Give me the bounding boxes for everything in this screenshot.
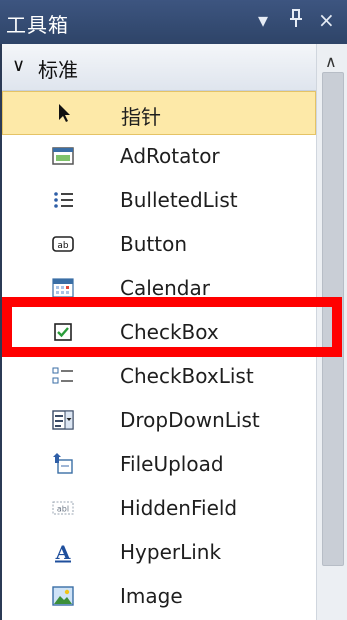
toolbox-item-dropdownlist[interactable]: DropDownList xyxy=(2,399,316,443)
item-label: 指针 xyxy=(121,105,161,129)
image-icon xyxy=(52,586,74,606)
toolbox-item-hiddenfield[interactable]: abl HiddenField xyxy=(2,487,316,531)
toolbox-titlebar: 工具箱 ▾ × xyxy=(0,0,347,44)
toolbox-item-pointer[interactable]: 指针 xyxy=(2,91,316,135)
scroll-up-icon[interactable]: ∧ xyxy=(325,52,337,71)
button-icon: ab xyxy=(52,236,74,252)
toolbox-item-checkboxlist[interactable]: CheckBoxList xyxy=(2,355,316,399)
svg-text:ab: ab xyxy=(57,241,69,251)
pointer-icon xyxy=(59,104,70,122)
item-label: AdRotator xyxy=(120,144,220,168)
dropdown-icon[interactable]: ▾ xyxy=(258,8,268,32)
window-title: 工具箱 xyxy=(6,13,69,37)
toolbox-item-adrotator[interactable]: AdRotator xyxy=(2,135,316,179)
bulleted-list-icon xyxy=(54,192,73,208)
group-header-standard[interactable]: ∨ 标准 xyxy=(2,44,316,91)
item-label: FileUpload xyxy=(120,452,224,476)
svg-text:A: A xyxy=(55,542,71,563)
hyperlink-icon: A xyxy=(55,542,71,563)
item-label: DropDownList xyxy=(120,408,260,432)
checkbox-list-icon xyxy=(52,367,73,384)
dropdown-list-icon xyxy=(52,410,74,430)
pin-icon[interactable] xyxy=(288,8,304,33)
item-label: CheckBoxList xyxy=(120,364,254,388)
item-label: Button xyxy=(120,232,187,256)
svg-text:abl: abl xyxy=(57,505,69,514)
item-label: HiddenField xyxy=(120,496,238,520)
toolbox-item-image[interactable]: Image xyxy=(2,575,316,619)
file-upload-icon xyxy=(53,453,73,474)
chevron-down-icon[interactable]: ∨ xyxy=(12,55,25,76)
item-label: Image xyxy=(120,584,183,608)
toolbox-item-bulletedlist[interactable]: BulletedList xyxy=(2,179,316,223)
hidden-field-icon: abl xyxy=(52,501,74,515)
toolbox-item-fileupload[interactable]: FileUpload xyxy=(2,443,316,487)
group-label: 标准 xyxy=(38,58,78,82)
toolbox-item-button[interactable]: ab Button xyxy=(2,223,316,267)
item-label: HyperLink xyxy=(120,540,222,564)
toolbox-item-hyperlink[interactable]: A HyperLink xyxy=(2,531,316,575)
pin-icon-glyph xyxy=(290,9,302,27)
checkbox-highlight-frame xyxy=(2,297,342,357)
close-icon[interactable]: × xyxy=(318,8,335,32)
adrotator-icon xyxy=(52,147,74,165)
item-label: BulletedList xyxy=(120,188,238,212)
calendar-icon xyxy=(52,278,74,298)
